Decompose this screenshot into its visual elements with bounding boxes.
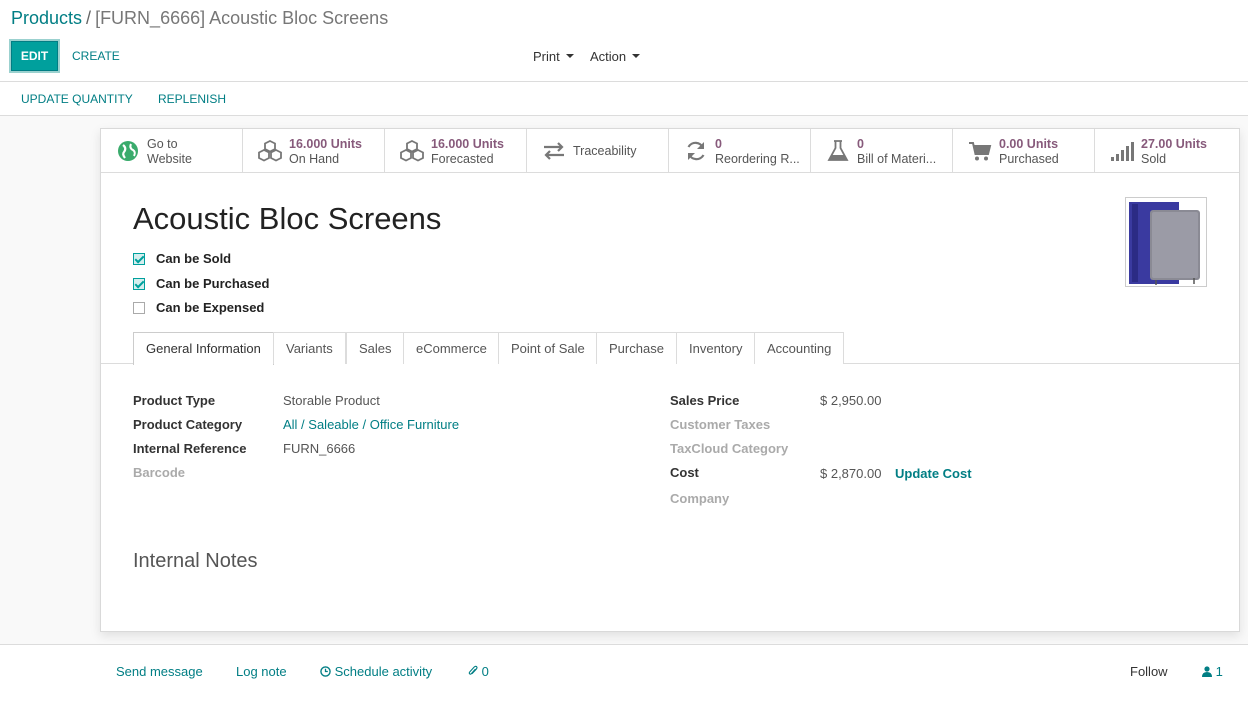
smart-button-label: Purchased	[999, 152, 1059, 166]
attachments-button[interactable]: 0	[468, 664, 489, 679]
smart-button-label: Sold	[1141, 152, 1167, 166]
smart-button-forecasted[interactable]: 16.000 Units Forecasted	[385, 129, 527, 173]
product-type-value[interactable]: Storable Product	[283, 393, 380, 408]
chatter-topbar: Send message Log note Schedule activity …	[0, 644, 1248, 716]
signal-icon	[1111, 142, 1134, 161]
smart-button-value: 0	[715, 137, 722, 151]
refresh-icon	[687, 141, 705, 161]
smart-button-label: Traceability	[573, 144, 637, 158]
barcode-label: Barcode	[133, 465, 186, 480]
smart-button-label: Bill of Materi...	[857, 152, 937, 166]
tab-ecommerce[interactable]: eCommerce	[403, 332, 500, 364]
caret-down-icon	[565, 54, 574, 59]
product-category-link[interactable]: All / Saleable / Office Furniture	[283, 417, 459, 432]
cost-value[interactable]: $ 2,870.00	[820, 466, 881, 481]
caret-down-icon	[632, 54, 641, 59]
smart-button-value: Go to	[147, 137, 178, 151]
smart-button-box: Go to Website 16.000 Units On Hand 16.00…	[101, 129, 1239, 173]
smart-button-bill-of-materials[interactable]: 0 Bill of Materi...	[811, 129, 953, 173]
smart-button-value: 0	[857, 137, 864, 151]
breadcrumb-current: [FURN_6666] Acoustic Bloc Screens	[95, 8, 389, 28]
cost-label: Cost	[670, 465, 699, 480]
smart-button-label: On Hand	[289, 152, 340, 166]
smart-button-on-hand[interactable]: 16.000 Units On Hand	[243, 129, 385, 173]
exchange-icon	[544, 142, 564, 160]
attachments-count: 0	[481, 664, 489, 679]
update-quantity-button[interactable]: UPDATE QUANTITY	[21, 92, 133, 106]
can-be-expensed-checkbox[interactable]	[133, 301, 145, 314]
update-cost-button[interactable]: Update Cost	[895, 466, 972, 481]
breadcrumb-separator: /	[86, 8, 92, 28]
can-be-sold-row[interactable]: Can be Sold	[133, 251, 231, 266]
tab-sales[interactable]: Sales	[346, 332, 405, 364]
followers-count: 1	[1215, 664, 1223, 679]
breadcrumb: Products / [FURN_6666] Acoustic Bloc Scree…	[11, 8, 388, 29]
cubes-icon	[258, 139, 282, 162]
can-be-purchased-row[interactable]: Can be Purchased	[133, 276, 269, 291]
can-be-purchased-label: Can be Purchased	[156, 276, 270, 291]
replenish-button[interactable]: REPLENISH	[158, 92, 226, 106]
internal-reference-label: Internal Reference	[133, 441, 247, 456]
can-be-purchased-checkbox[interactable]	[133, 277, 145, 290]
product-type-label: Product Type	[133, 393, 216, 408]
smart-button-value: 16.000 Units	[289, 137, 362, 151]
edit-button[interactable]: EDIT	[11, 41, 58, 71]
schedule-activity-label: Schedule activity	[334, 664, 433, 679]
tab-variants[interactable]: Variants	[273, 332, 346, 364]
company-label: Company	[670, 491, 730, 506]
smart-button-label: Reordering R...	[715, 152, 800, 166]
taxcloud-category-label: TaxCloud Category	[670, 441, 789, 456]
tab-purchase[interactable]: Purchase	[596, 332, 677, 364]
clock-icon	[320, 666, 331, 677]
product-image[interactable]	[1125, 197, 1207, 287]
smart-button-traceability[interactable]: Traceability	[527, 129, 669, 173]
smart-button-website[interactable]: Go to Website	[101, 129, 243, 173]
can-be-sold-label: Can be Sold	[156, 251, 232, 266]
tab-general-information[interactable]: General Information	[133, 332, 274, 365]
internal-notes-title: Internal Notes	[133, 550, 258, 572]
breadcrumb-products-link[interactable]: Products	[11, 8, 82, 28]
print-dropdown[interactable]: Print	[533, 49, 574, 64]
log-note-button[interactable]: Log note	[236, 664, 287, 679]
tab-inventory[interactable]: Inventory	[676, 332, 756, 364]
sales-price-label: Sales Price	[670, 393, 740, 408]
user-icon	[1202, 666, 1212, 677]
header-statusbar: UPDATE QUANTITY REPLENISH	[0, 82, 1248, 116]
follow-button[interactable]: Follow	[1130, 664, 1168, 679]
action-label: Action	[590, 49, 627, 64]
can-be-sold-checkbox[interactable]	[133, 252, 145, 265]
send-message-button[interactable]: Send message	[116, 664, 203, 679]
smart-button-value: 0.00 Units	[999, 137, 1059, 151]
schedule-activity-button[interactable]: Schedule activity	[320, 664, 432, 679]
create-button[interactable]: CREATE	[72, 49, 120, 63]
cart-icon	[969, 142, 992, 161]
form-sheet: Go to Website 16.000 Units On Hand 16.00…	[100, 128, 1240, 632]
followers-button[interactable]: 1	[1202, 664, 1223, 679]
flask-icon	[827, 140, 849, 161]
internal-reference-value[interactable]: FURN_6666	[283, 441, 355, 456]
can-be-expensed-row[interactable]: Can be Expensed	[133, 300, 264, 315]
sales-price-value[interactable]: $ 2,950.00	[820, 393, 881, 408]
cubes-icon	[400, 139, 424, 162]
smart-button-purchased[interactable]: 0.00 Units Purchased	[953, 129, 1095, 173]
smart-button-value: 16.000 Units	[431, 137, 504, 151]
tab-accounting[interactable]: Accounting	[754, 332, 845, 364]
smart-button-label: Website	[147, 152, 192, 166]
smart-button-value: 27.00 Units	[1141, 137, 1208, 151]
action-dropdown[interactable]: Action	[590, 49, 641, 64]
tab-point-of-sale[interactable]: Point of Sale	[498, 332, 598, 364]
product-name[interactable]: Acoustic Bloc Screens	[133, 201, 441, 237]
can-be-expensed-label: Can be Expensed	[156, 300, 265, 315]
paperclip-icon	[468, 665, 478, 675]
smart-button-label: Forecasted	[431, 152, 494, 166]
product-category-label: Product Category	[133, 417, 243, 432]
control-panel: Products / [FURN_6666] Acoustic Bloc Scree…	[0, 0, 1248, 82]
product-photo	[1129, 202, 1200, 285]
customer-taxes-label: Customer Taxes	[670, 417, 771, 432]
smart-button-sold[interactable]: 27.00 Units Sold	[1095, 129, 1237, 173]
notebook-tabs: General Information Variants Sales eComm…	[101, 332, 1239, 365]
print-label: Print	[533, 49, 560, 64]
smart-button-reordering[interactable]: 0 Reordering R...	[669, 129, 811, 173]
globe-icon	[118, 141, 138, 161]
